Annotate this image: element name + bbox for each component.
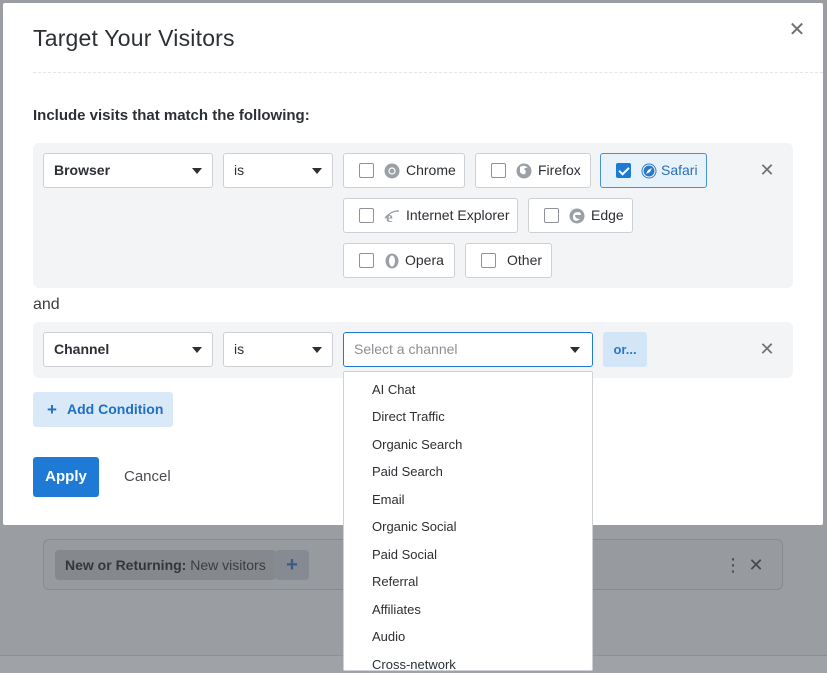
channel-option[interactable]: Audio [372, 629, 405, 644]
checkbox[interactable] [359, 253, 374, 268]
channel-select-input[interactable]: Select a channel [343, 332, 593, 367]
background-add-button: + [275, 550, 309, 580]
browser-option-label: Other [507, 252, 543, 268]
remove-condition-icon[interactable]: ✕ [757, 160, 777, 180]
condition-row-channel: Channel is Select a channel or... ✕ [33, 322, 793, 378]
checkbox-checked[interactable] [616, 163, 631, 178]
checkbox[interactable] [359, 163, 374, 178]
channel-option[interactable]: Organic Social [372, 519, 457, 534]
channel-select-placeholder: Select a channel [354, 341, 458, 357]
modal-title: Target Your Visitors [33, 25, 235, 51]
browser-option-edge[interactable]: Edge [528, 198, 633, 233]
browser-option-label: Internet Explorer [406, 207, 510, 223]
section-heading: Include visits that match the following: [33, 107, 310, 124]
operator-select-browser[interactable]: is [223, 153, 333, 188]
channel-option[interactable]: Cross-network [372, 657, 456, 670]
internet-explorer-icon: e [384, 210, 400, 224]
chrome-icon [384, 163, 400, 179]
background-chip-value: New visitors [190, 557, 266, 573]
browser-option-label: Chrome [406, 162, 456, 178]
field-select-label: Channel [54, 341, 110, 357]
modal-divider [33, 72, 823, 73]
browser-option-label: Firefox [538, 162, 581, 178]
chevron-down-icon [312, 347, 322, 353]
opera-icon [385, 253, 399, 269]
field-select-browser[interactable]: Browser [43, 153, 213, 188]
operator-select-label: is [234, 341, 245, 357]
apply-button[interactable]: Apply [33, 457, 99, 497]
checkbox[interactable] [491, 163, 506, 178]
channel-option[interactable]: Referral [372, 574, 418, 589]
safari-icon [641, 163, 657, 179]
field-select-label: Browser [54, 162, 111, 178]
channel-option[interactable]: Email [372, 492, 405, 507]
chevron-down-icon [570, 347, 580, 353]
browser-option-label: Opera [405, 252, 444, 268]
background-chip-label: New or Returning: [65, 557, 187, 573]
channel-option[interactable]: Paid Social [372, 547, 437, 562]
background-close-icon: ✕ [748, 555, 764, 575]
channel-option[interactable]: Direct Traffic [372, 409, 445, 424]
operator-select-channel[interactable]: is [223, 332, 333, 367]
and-label: and [33, 296, 60, 313]
checkbox[interactable] [481, 253, 496, 268]
browser-option-internet-explorer[interactable]: e Internet Explorer [343, 198, 518, 233]
cancel-button[interactable]: Cancel [124, 457, 171, 497]
checkbox[interactable] [359, 208, 374, 223]
add-condition-button[interactable]: + Add Condition [33, 392, 173, 427]
firefox-icon [516, 163, 532, 179]
background-kebab-icon: ⋮ [724, 555, 742, 575]
add-condition-label: Add Condition [67, 401, 164, 417]
remove-condition-icon[interactable]: ✕ [757, 339, 777, 359]
plus-icon: + [47, 400, 57, 419]
checkbox[interactable] [544, 208, 559, 223]
field-select-channel[interactable]: Channel [43, 332, 213, 367]
chevron-down-icon [312, 168, 322, 174]
channel-dropdown-list[interactable]: AI Chat Direct Traffic Organic Search Pa… [343, 371, 593, 671]
channel-option[interactable]: Affiliates [372, 602, 421, 617]
condition-row-browser: Browser is Chrome Firefox Safari e Inter… [33, 143, 793, 288]
background-filter-chip: New or Returning: New visitors [55, 550, 276, 580]
browser-option-other[interactable]: Other [465, 243, 552, 278]
channel-option[interactable]: AI Chat [372, 382, 415, 397]
chevron-down-icon [192, 168, 202, 174]
edge-icon [569, 208, 585, 224]
browser-option-opera[interactable]: Opera [343, 243, 455, 278]
or-button[interactable]: or... [603, 332, 647, 367]
operator-select-label: is [234, 162, 245, 178]
chevron-down-icon [192, 347, 202, 353]
browser-option-chrome[interactable]: Chrome [343, 153, 465, 188]
browser-option-safari[interactable]: Safari [600, 153, 707, 188]
channel-option[interactable]: Organic Search [372, 437, 462, 452]
browser-option-firefox[interactable]: Firefox [475, 153, 591, 188]
browser-option-label: Safari [661, 162, 698, 178]
channel-option[interactable]: Paid Search [372, 464, 443, 479]
browser-option-label: Edge [591, 207, 624, 223]
close-icon[interactable]: ✕ [786, 19, 808, 41]
